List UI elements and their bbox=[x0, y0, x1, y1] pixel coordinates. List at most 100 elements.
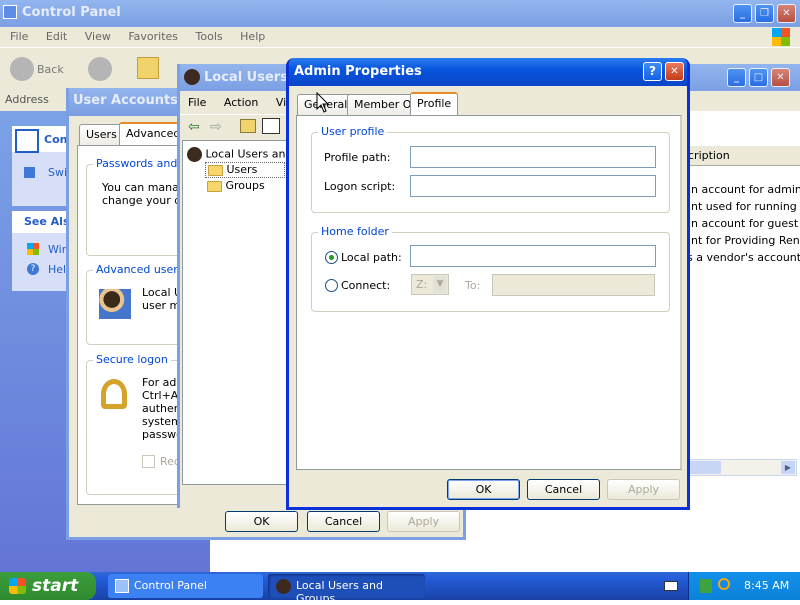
to-label: To: bbox=[465, 279, 481, 292]
user-accounts-apply-button[interactable]: Apply bbox=[387, 511, 460, 532]
user-profile-group: User profile Profile path: Logon script: bbox=[311, 125, 670, 213]
tree-item-users-label: Users bbox=[226, 163, 258, 176]
local-path-field[interactable] bbox=[410, 245, 656, 267]
lusrmgr-minimize-button[interactable]: _ bbox=[727, 68, 746, 87]
tab-member-of-label: Member Of bbox=[354, 98, 416, 111]
taskbar-item-label: Local Users and Groups bbox=[296, 579, 384, 605]
profile-path-field[interactable] bbox=[410, 146, 656, 168]
home-folder-group: Home folder Local path: Connect: Z: ▼ To… bbox=[311, 225, 670, 312]
admin-properties-titlebar[interactable]: Admin Properties ? ✕ bbox=[289, 58, 687, 86]
menu-edit[interactable]: Edit bbox=[46, 30, 67, 43]
forward-icon[interactable] bbox=[88, 57, 112, 81]
user-profile-group-label: User profile bbox=[318, 125, 388, 138]
lusrmgr-menu-action[interactable]: Action bbox=[224, 96, 258, 109]
admin-properties-dialog: Admin Properties ? ✕ General Member Of P… bbox=[286, 58, 690, 510]
apply-button[interactable]: Apply bbox=[607, 479, 680, 500]
keyboard-icon[interactable] bbox=[664, 581, 678, 591]
dialog-tabs: General Member Of Profile bbox=[297, 92, 687, 117]
dialog-close-button[interactable]: ✕ bbox=[665, 62, 684, 81]
dialog-ok-label: OK bbox=[475, 483, 492, 496]
horizontal-scrollbar[interactable]: ▶ bbox=[680, 459, 797, 476]
taskbar: start Control Panel Local Users and Grou… bbox=[0, 572, 800, 605]
see-also-title: See Als bbox=[24, 215, 70, 228]
windows-update-icon bbox=[27, 243, 39, 255]
description-row: unt used for running bbox=[684, 200, 797, 213]
user-accounts-cancel-button[interactable]: Cancel bbox=[307, 511, 380, 532]
key-icon bbox=[101, 379, 127, 409]
back-label[interactable]: Back bbox=[37, 63, 64, 76]
start-button[interactable]: start bbox=[0, 572, 96, 600]
users-list-header: cription bbox=[684, 146, 800, 166]
apply-label: Apply bbox=[407, 515, 440, 528]
address-label: Address bbox=[5, 93, 49, 106]
taskbar-item-label: Control Panel bbox=[134, 579, 207, 592]
see-also-box: See Als Win ? Help bbox=[12, 211, 73, 291]
tab-users[interactable]: Users bbox=[79, 124, 124, 146]
ok-label: OK bbox=[253, 515, 270, 528]
tree-item-groups[interactable]: Groups bbox=[207, 179, 265, 192]
menu-tools[interactable]: Tools bbox=[196, 30, 223, 43]
system-tray: 8:45 AM bbox=[688, 572, 800, 600]
menu-help[interactable]: Help bbox=[240, 30, 265, 43]
close-button[interactable]: ✕ bbox=[777, 4, 796, 23]
clock: 8:45 AM bbox=[744, 579, 790, 592]
user-accounts-ok-button[interactable]: OK bbox=[225, 511, 298, 532]
tab-advanced-label: Advanced bbox=[126, 127, 181, 140]
logon-script-label: Logon script: bbox=[324, 180, 396, 193]
search-icon[interactable] bbox=[718, 578, 730, 590]
dialog-panel: User profile Profile path: Logon script:… bbox=[296, 115, 682, 470]
connect-radio[interactable] bbox=[325, 279, 338, 292]
connect-label: Connect: bbox=[341, 279, 391, 292]
local-path-radio[interactable] bbox=[325, 251, 338, 264]
forward-arrow-icon[interactable]: ⇨ bbox=[210, 119, 222, 135]
maximize-button[interactable]: ❐ bbox=[755, 4, 774, 23]
ok-button[interactable]: OK bbox=[447, 479, 520, 500]
chevron-down-icon: ▼ bbox=[433, 276, 447, 293]
connect-to-field[interactable] bbox=[492, 274, 655, 296]
up-folder-icon[interactable] bbox=[137, 57, 159, 79]
back-arrow-icon[interactable]: ⇦ bbox=[188, 119, 200, 135]
control-panel-menubar: File Edit View Favorites Tools Help bbox=[0, 27, 800, 47]
network-icon[interactable] bbox=[700, 579, 712, 593]
up-level-icon[interactable] bbox=[240, 119, 256, 133]
menu-favorites[interactable]: Favorites bbox=[128, 30, 178, 43]
lusrmgr-close-button[interactable]: ✕ bbox=[771, 68, 790, 87]
secure-logon-group-label: Secure logon bbox=[93, 353, 171, 366]
tab-users-label: Users bbox=[86, 128, 117, 141]
taskbar-item-local-users[interactable]: Local Users and Groups bbox=[268, 574, 425, 605]
menu-file[interactable]: File bbox=[10, 30, 28, 43]
lusrmgr-titlebar-right[interactable]: _ □ ✕ bbox=[688, 64, 800, 91]
control-panel-title: Control Panel bbox=[22, 5, 121, 20]
minimize-button[interactable]: _ bbox=[733, 4, 752, 23]
show-hide-tree-icon[interactable] bbox=[262, 118, 280, 134]
local-path-label: Local path: bbox=[341, 251, 402, 264]
cancel-button[interactable]: Cancel bbox=[527, 479, 600, 500]
require-checkbox[interactable] bbox=[142, 455, 155, 468]
lusrmgr-titlebar[interactable]: Local Users a bbox=[180, 64, 291, 91]
tree-root-label[interactable]: Local Users and bbox=[206, 148, 293, 161]
logon-script-field[interactable] bbox=[410, 175, 656, 197]
start-logo-icon bbox=[9, 578, 26, 594]
back-icon[interactable] bbox=[10, 57, 34, 81]
switch-link[interactable]: Swi bbox=[48, 166, 67, 179]
scroll-right-icon[interactable]: ▶ bbox=[781, 461, 795, 474]
description-row: -in account for adminis bbox=[684, 183, 800, 196]
lusrmgr-menu-file[interactable]: File bbox=[188, 96, 206, 109]
control-panel-titlebar[interactable]: Control Panel _ ❐ ✕ bbox=[0, 0, 800, 27]
windows-logo-icon bbox=[772, 28, 790, 46]
taskbar-item-control-panel[interactable]: Control Panel bbox=[108, 574, 263, 598]
tree-item-users[interactable]: Users bbox=[205, 162, 285, 178]
description-column-header[interactable]: cription bbox=[688, 149, 730, 162]
users-folder-icon bbox=[208, 164, 223, 176]
users-description-list: -in account for adminis unt used for run… bbox=[684, 181, 800, 266]
description-row: is a vendor's account bbox=[684, 251, 800, 264]
profile-path-label: Profile path: bbox=[324, 151, 391, 164]
control-panel-icon bbox=[3, 5, 17, 19]
menu-view[interactable]: View bbox=[85, 30, 111, 43]
tab-profile[interactable]: Profile bbox=[410, 92, 459, 117]
help-button[interactable]: ? bbox=[643, 62, 662, 81]
local-users-task-icon bbox=[276, 579, 291, 594]
drive-select[interactable]: Z: ▼ bbox=[411, 274, 449, 295]
lusrmgr-maximize-button[interactable]: □ bbox=[749, 68, 768, 87]
control-panel-big-icon bbox=[15, 129, 39, 153]
